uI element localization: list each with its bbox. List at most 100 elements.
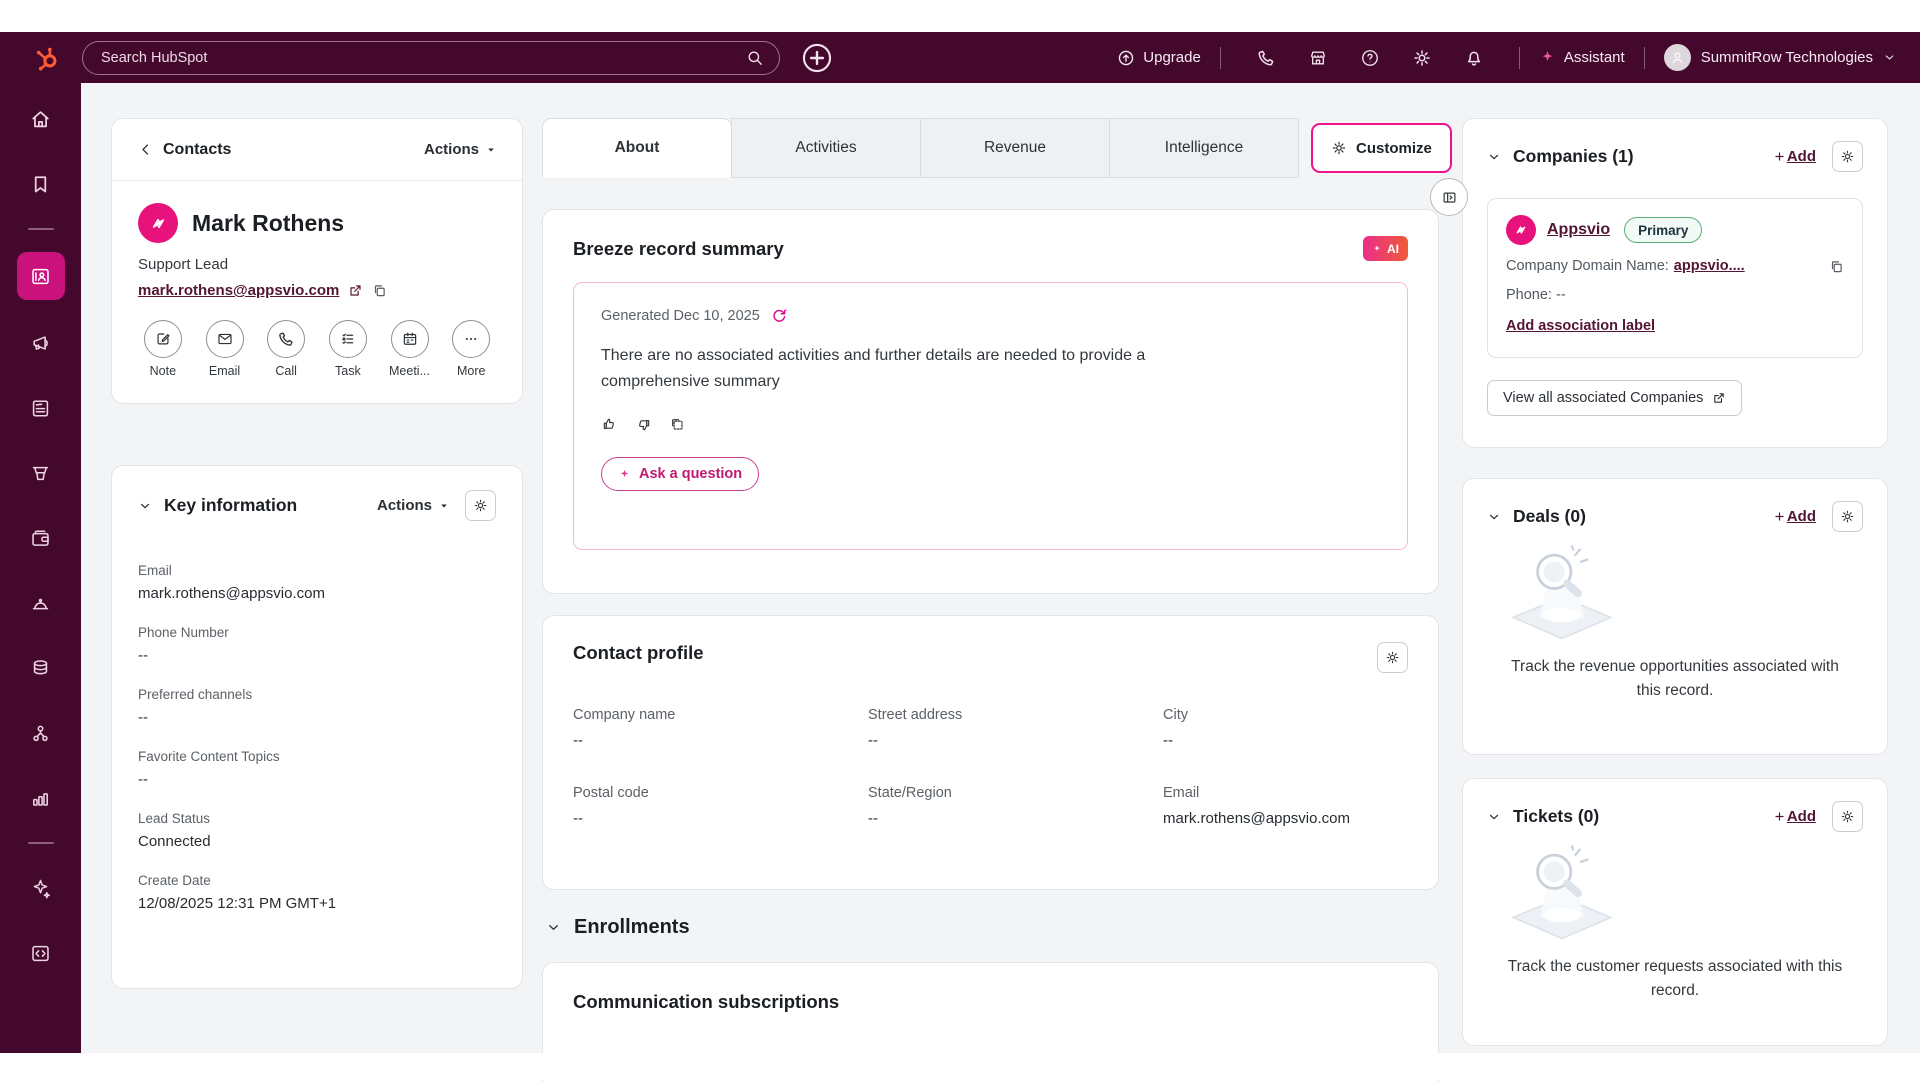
tab-revenue[interactable]: Revenue [920,118,1110,178]
sidebar-item-service[interactable] [19,581,63,625]
upgrade-button[interactable]: Upgrade [1117,49,1201,67]
note-icon [154,330,172,348]
sidebar-item-commerce[interactable] [19,516,63,560]
field-email: Email mark.rothens@appsvio.com [138,563,496,602]
external-link-icon[interactable] [348,283,363,298]
company-phone: Phone: -- [1506,287,1844,303]
profile-field-postal-code: Postal code -- [573,785,868,827]
sidebar-item-reporting[interactable] [19,776,63,820]
navbar-divider [1644,47,1645,69]
collapse-chevron-icon[interactable] [138,499,152,513]
sidebar-item-bookmarks[interactable] [19,162,63,206]
associated-company-card: Appsvio Primary Company Domain Name: app… [1487,198,1863,358]
notifications-bell-icon[interactable] [1464,48,1484,68]
collapse-chevron-icon[interactable] [1487,150,1501,164]
company-name-link[interactable]: Appsvio [1547,221,1610,239]
marketplace-icon[interactable] [1308,48,1328,68]
add-company-link[interactable]: Add [1773,148,1816,165]
service-bell-icon [29,592,52,615]
ask-a-question-button[interactable]: Ask a question [601,457,759,491]
add-ticket-link[interactable]: Add [1773,808,1816,825]
external-link-icon [1712,391,1726,405]
more-button[interactable]: More [446,320,496,378]
plus-icon [1773,150,1786,163]
customize-button[interactable]: Customize [1311,123,1452,173]
collapse-chevron-icon[interactable] [1487,510,1501,524]
sidebar-item-data[interactable] [19,646,63,690]
gear-icon [1840,149,1855,164]
note-button[interactable]: Note [138,320,188,378]
meeting-button[interactable]: Meeti... [385,320,435,378]
view-all-companies-button[interactable]: View all associated Companies [1487,380,1742,416]
communication-subscriptions-title: Communication subscriptions [573,991,839,1012]
assistant-label: Assistant [1564,49,1625,66]
email-button[interactable]: Email [200,320,250,378]
hubspot-logo-icon[interactable] [33,44,60,71]
sidebar-item-content[interactable] [19,386,63,430]
deals-settings-button[interactable] [1832,501,1863,532]
megaphone-icon [29,332,52,355]
contact-header-card: Contacts Actions Mark Rothens Support Le… [111,118,523,404]
contact-email-link[interactable]: mark.rothens@appsvio.com [138,282,339,299]
copy-summary-icon[interactable] [669,416,686,433]
task-button[interactable]: Task [323,320,373,378]
left-sidebar [0,83,81,1053]
key-info-settings-button[interactable] [465,490,496,521]
search-input[interactable] [82,41,780,75]
field-preferred-channels: Preferred channels -- [138,687,496,726]
key-info-actions-dropdown[interactable]: Actions [377,497,449,514]
add-association-label-link[interactable]: Add association label [1506,318,1655,334]
contact-avatar [138,203,178,243]
plus-icon [1773,810,1786,823]
create-button[interactable] [800,41,834,75]
collapse-panel-button[interactable] [1430,178,1468,216]
gear-icon [1840,809,1855,824]
settings-gear-icon[interactable] [1412,48,1432,68]
generated-timestamp: Generated Dec 10, 2025 [601,308,760,324]
sidebar-item-home[interactable] [19,97,63,141]
user-icon [1669,49,1686,66]
sidebar-item-contacts[interactable] [17,252,65,300]
contact-profile-settings-button[interactable] [1377,642,1408,673]
thumbs-down-icon[interactable] [635,416,652,433]
calling-icon[interactable] [1256,48,1276,68]
tab-about[interactable]: About [542,118,732,178]
account-menu[interactable]: SummitRow Technologies [1664,44,1896,71]
collapse-chevron-icon[interactable] [1487,810,1501,824]
sparkle-icon [618,468,631,481]
sidebar-item-developer[interactable] [19,931,63,975]
sidebar-divider [28,228,54,230]
tickets-empty-text: Track the customer requests associated w… [1499,955,1851,1003]
appsvio-logo-icon [147,212,170,235]
upgrade-icon [1117,49,1135,67]
tab-intelligence[interactable]: Intelligence [1109,118,1299,178]
domain-value-link[interactable]: appsvio.... [1674,258,1745,274]
contact-profile-title: Contact profile [573,642,704,664]
sidebar-item-sales[interactable] [19,451,63,495]
tab-activities[interactable]: Activities [731,118,921,178]
thumbs-up-icon[interactable] [601,416,618,433]
sparkle-icon [1539,49,1556,66]
contacts-icon [29,265,52,288]
add-deal-link[interactable]: Add [1773,508,1816,525]
enrollments-section-header[interactable]: Enrollments [546,916,690,939]
global-search[interactable] [82,41,780,75]
call-button[interactable]: Call [261,320,311,378]
regenerate-icon[interactable] [770,307,788,325]
ai-summary-box: Generated Dec 10, 2025 There are no asso… [573,282,1408,550]
back-to-contacts-link[interactable]: Contacts [138,141,231,159]
sidebar-item-automations[interactable] [19,711,63,755]
sidebar-item-marketing[interactable] [19,321,63,365]
help-icon[interactable] [1360,48,1380,68]
primary-badge: Primary [1624,217,1702,243]
contact-actions-dropdown[interactable]: Actions [424,141,496,158]
tickets-settings-button[interactable] [1832,801,1863,832]
companies-settings-button[interactable] [1832,141,1863,172]
companies-panel: Companies (1) Add Appsvio Primary Compan… [1462,118,1888,448]
copy-icon[interactable] [1829,259,1844,274]
top-navbar: Upgrade Assistant SummitRow Technologies [0,32,1920,83]
assistant-button[interactable]: Assistant [1539,49,1625,66]
profile-field-state-region: State/Region -- [868,785,1163,827]
copy-icon[interactable] [372,283,387,298]
sidebar-item-breeze[interactable] [19,866,63,910]
